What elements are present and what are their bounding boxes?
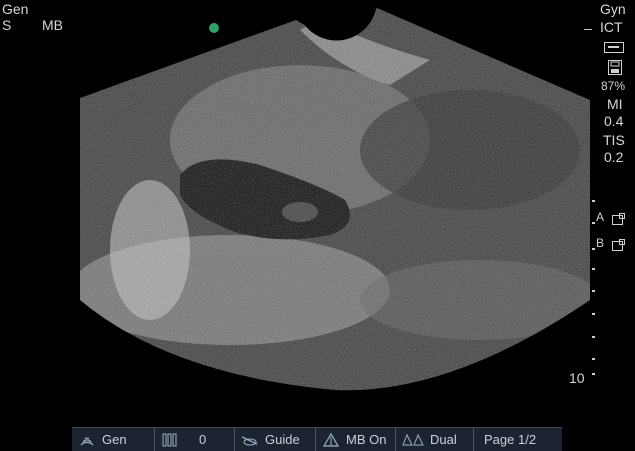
mb-icon xyxy=(322,432,340,447)
exam-preset-label: Gyn xyxy=(600,1,626,17)
depth-tick xyxy=(592,222,595,224)
depth-tick xyxy=(592,313,595,315)
dual-button-label: Dual xyxy=(430,432,457,447)
ultrasound-image xyxy=(80,0,590,391)
mb-label: MB xyxy=(42,17,63,33)
gen-icon xyxy=(78,433,96,447)
mi-value: 0.4 xyxy=(604,113,624,129)
gain-button[interactable]: 0 xyxy=(155,428,235,451)
page-button-label: Page 1/2 xyxy=(484,432,537,447)
gain-value: 0 xyxy=(199,432,207,447)
mb-button-label: MB On xyxy=(346,432,387,447)
storage-percent: 87% xyxy=(601,79,626,93)
marker-b-label: B xyxy=(596,236,605,250)
guide-button[interactable]: Guide xyxy=(235,428,316,451)
marker-b-icon xyxy=(612,238,625,256)
gain-icon xyxy=(161,433,179,447)
marker-a-icon xyxy=(612,212,625,230)
dual-button[interactable]: Dual xyxy=(396,428,474,451)
guide-button-label: Guide xyxy=(265,432,300,447)
bottom-control-bar: Gen 0 Guide MB On Dual Page 1/2 xyxy=(72,427,562,451)
depth-tick xyxy=(592,358,595,360)
gen-button[interactable]: Gen xyxy=(72,428,155,451)
depth-tick xyxy=(592,268,595,270)
sector-content xyxy=(80,8,590,391)
depth-tick xyxy=(592,373,595,375)
guide-icon xyxy=(241,433,259,447)
dual-icon xyxy=(402,433,424,447)
probe-label: ICT xyxy=(600,19,623,35)
storage-icon xyxy=(608,60,622,75)
depth-tick xyxy=(592,248,595,250)
depth-tick xyxy=(592,200,595,202)
tis-value: 0.2 xyxy=(604,149,624,165)
orientation-marker xyxy=(209,23,219,33)
probe-icon xyxy=(604,40,624,53)
probe-dash: – xyxy=(584,20,592,36)
depth-tick xyxy=(592,336,595,338)
mode-label: Gen xyxy=(2,1,29,17)
marker-a-label: A xyxy=(596,210,605,224)
mb-button[interactable]: MB On xyxy=(316,428,396,451)
mi-label: MI xyxy=(607,96,623,112)
depth-label: 10 xyxy=(569,370,585,386)
sub-mode-label: S xyxy=(2,17,12,33)
depth-tick xyxy=(592,290,595,292)
page-button[interactable]: Page 1/2 xyxy=(474,428,562,451)
gen-button-label: Gen xyxy=(102,432,127,447)
tis-label: TIS xyxy=(603,132,625,148)
